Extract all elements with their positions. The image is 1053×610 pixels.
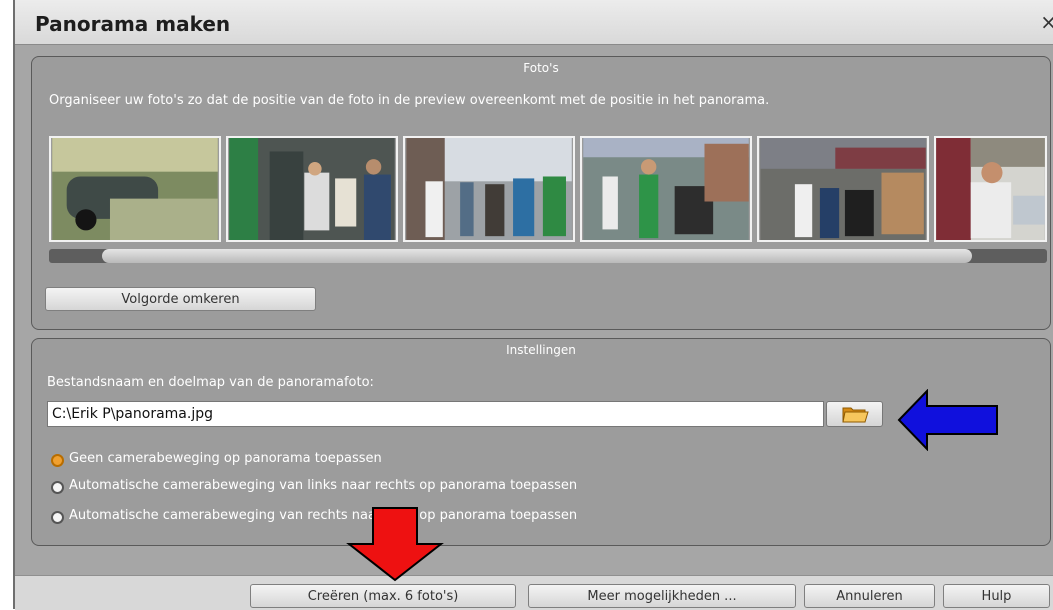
photo-thumbnail[interactable] (403, 136, 575, 242)
radio-left-to-right[interactable] (51, 481, 64, 494)
radio-label-left-to-right: Automatische camerabeweging van links na… (69, 478, 578, 493)
filename-label: Bestandsnaam en doelmap van de panoramaf… (47, 375, 374, 390)
photo-thumbnail[interactable] (580, 136, 752, 242)
radio-label-no-camera-motion: Geen camerabeweging op panorama toepasse… (69, 451, 382, 466)
browse-folder-button[interactable] (826, 401, 883, 427)
photo-thumbnail[interactable] (757, 136, 929, 242)
red-arrow-annotation (346, 507, 444, 582)
dialog-title: Panorama maken (35, 12, 231, 36)
radio-right-to-left[interactable] (51, 511, 64, 524)
photos-instruction: Organiseer uw foto's zo dat de positie v… (49, 93, 770, 108)
panorama-dialog: Panorama maken × Foto's Organiseer uw fo… (13, 0, 1053, 610)
radio-label-right-to-left: Automatische camerabeweging van rechts n… (69, 508, 578, 523)
filename-input[interactable]: C:\Erik P\panorama.jpg (47, 401, 824, 427)
photo-thumbnail[interactable] (49, 136, 221, 242)
photo-strip[interactable] (49, 136, 1047, 242)
cancel-button[interactable]: Annuleren (804, 584, 935, 608)
settings-group-title: Instellingen (506, 343, 576, 357)
folder-icon (842, 407, 869, 423)
radio-no-camera-motion[interactable] (51, 454, 64, 467)
close-icon[interactable]: × (1040, 10, 1053, 34)
create-button[interactable]: Creëren (max. 6 foto's) (250, 584, 516, 608)
help-button[interactable]: Hulp (943, 584, 1050, 608)
photo-thumbnail[interactable] (226, 136, 398, 242)
photos-group-title: Foto's (523, 61, 559, 75)
scrollbar-thumb[interactable] (102, 249, 972, 263)
more-options-button[interactable]: Meer mogelijkheden ... (528, 584, 796, 608)
blue-arrow-annotation (897, 389, 998, 451)
reverse-order-button[interactable]: Volgorde omkeren (45, 287, 316, 311)
photo-strip-scrollbar[interactable] (49, 249, 1047, 263)
photo-thumbnail[interactable] (934, 136, 1047, 242)
title-bar: Panorama maken × (15, 0, 1053, 45)
